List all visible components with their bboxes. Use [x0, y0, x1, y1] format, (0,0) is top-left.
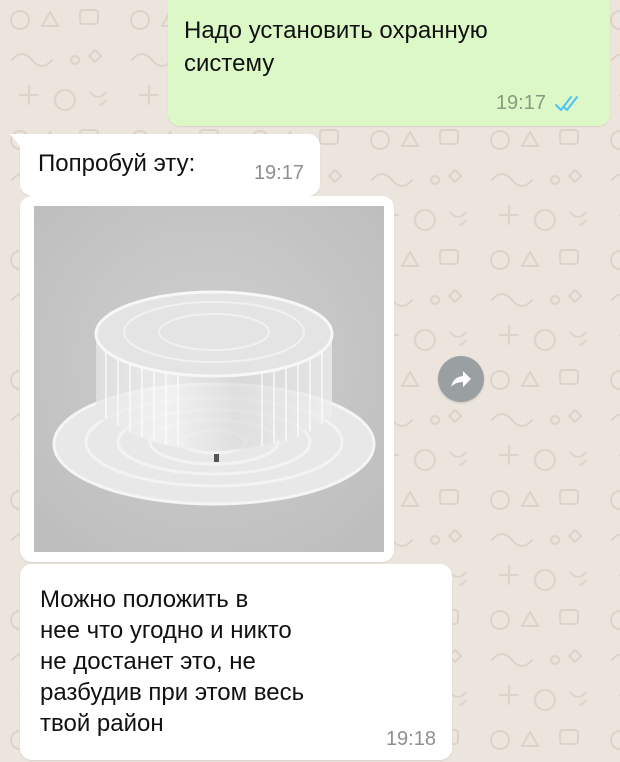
message-meta: 19:17: [496, 92, 584, 115]
message-text: Попробуй эту:: [38, 150, 196, 177]
forward-arrow-icon: [451, 371, 471, 387]
message-text: Можно положить в нее что угодно и никто …: [40, 586, 305, 737]
message-text: Надо установить охранную систему: [184, 17, 488, 77]
outgoing-message-bubble[interactable]: Надо установить охранную систему 19:17: [168, 0, 610, 126]
forward-button[interactable]: [438, 356, 484, 402]
cake-container-illustration: [34, 206, 384, 552]
double-check-read-icon: [555, 95, 578, 111]
message-time: 19:18: [385, 728, 436, 750]
incoming-message-bubble[interactable]: Попробуй эту: 19:17: [10, 134, 320, 196]
message-time: 19:17: [495, 92, 546, 114]
cake-container-photo[interactable]: [34, 206, 384, 552]
incoming-message-bubble[interactable]: Можно положить в нее что угодно и никто …: [20, 564, 452, 760]
message-time: 19:17: [253, 162, 304, 184]
incoming-image-message[interactable]: [20, 196, 394, 562]
